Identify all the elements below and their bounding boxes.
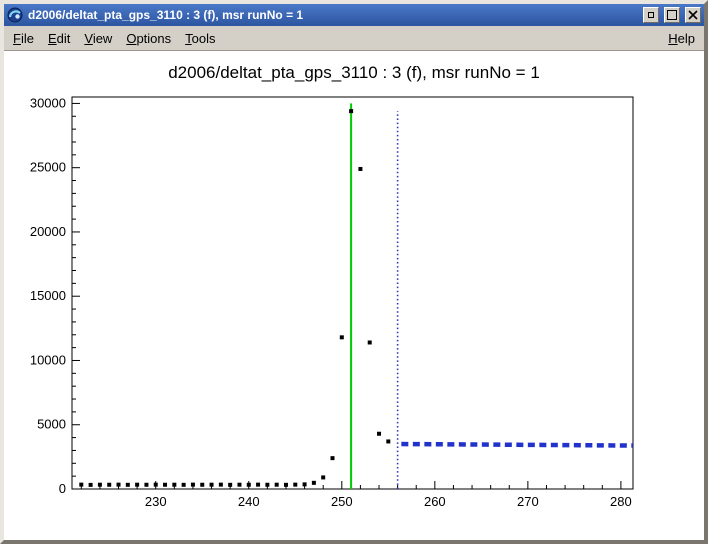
maximize-icon [666, 9, 678, 21]
svg-text:250: 250 [331, 494, 353, 509]
titlebar[interactable]: d2006/deltat_pta_gps_3110 : 3 (f), msr r… [4, 4, 704, 26]
svg-text:15000: 15000 [30, 288, 66, 303]
minimize-button[interactable] [643, 7, 659, 23]
application-window: d2006/deltat_pta_gps_3110 : 3 (f), msr r… [0, 0, 708, 544]
x-axis-labels: 230 240 250 260 270 280 [145, 494, 632, 509]
svg-text:25000: 25000 [30, 160, 66, 175]
menu-file[interactable]: File [6, 28, 41, 49]
menu-view[interactable]: View [77, 28, 119, 49]
y-axis-ticks [72, 103, 80, 489]
svg-text:260: 260 [424, 494, 446, 509]
svg-text:280: 280 [610, 494, 632, 509]
svg-text:20000: 20000 [30, 224, 66, 239]
app-logo-icon [7, 7, 23, 23]
menu-edit[interactable]: Edit [41, 28, 77, 49]
close-icon [687, 9, 699, 21]
histogram-plot[interactable]: 230 240 250 260 270 280 0 5000 10000 15000 20000 25… [4, 51, 704, 540]
menu-tools[interactable]: Tools [178, 28, 222, 49]
app-menu-button[interactable] [7, 7, 23, 23]
svg-text:240: 240 [238, 494, 260, 509]
minimize-icon [645, 9, 657, 21]
svg-text:10000: 10000 [30, 352, 66, 367]
plot-canvas[interactable]: d2006/deltat_pta_gps_3110 : 3 (f), msr r… [4, 50, 704, 540]
menu-help[interactable]: Help [661, 28, 702, 49]
svg-text:0: 0 [59, 481, 66, 496]
maximize-button[interactable] [664, 7, 680, 23]
window-title: d2006/deltat_pta_gps_3110 : 3 (f), msr r… [26, 4, 638, 26]
y-axis-labels: 0 5000 10000 15000 20000 25000 30000 [30, 95, 66, 496]
svg-text:5000: 5000 [37, 417, 66, 432]
close-button[interactable] [685, 7, 701, 23]
svg-text:270: 270 [517, 494, 539, 509]
background-level-line [401, 444, 633, 446]
plot-frame [72, 97, 633, 489]
data-points [79, 109, 390, 487]
svg-text:30000: 30000 [30, 95, 66, 110]
menu-options[interactable]: Options [119, 28, 178, 49]
menubar: File Edit View Options Tools Help [4, 26, 704, 50]
svg-text:230: 230 [145, 494, 167, 509]
